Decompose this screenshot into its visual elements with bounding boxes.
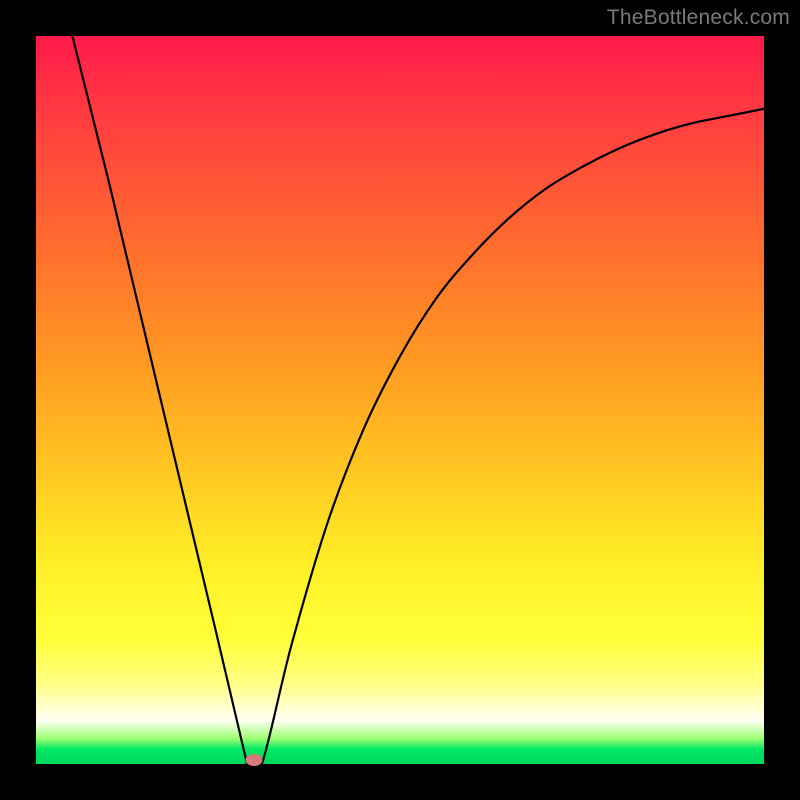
curve-path bbox=[72, 36, 764, 773]
chart-frame: TheBottleneck.com bbox=[0, 0, 800, 800]
bottleneck-curve bbox=[36, 36, 764, 764]
chart-plot-area bbox=[36, 36, 764, 764]
minimum-marker bbox=[246, 754, 263, 766]
watermark-text: TheBottleneck.com bbox=[607, 6, 790, 30]
